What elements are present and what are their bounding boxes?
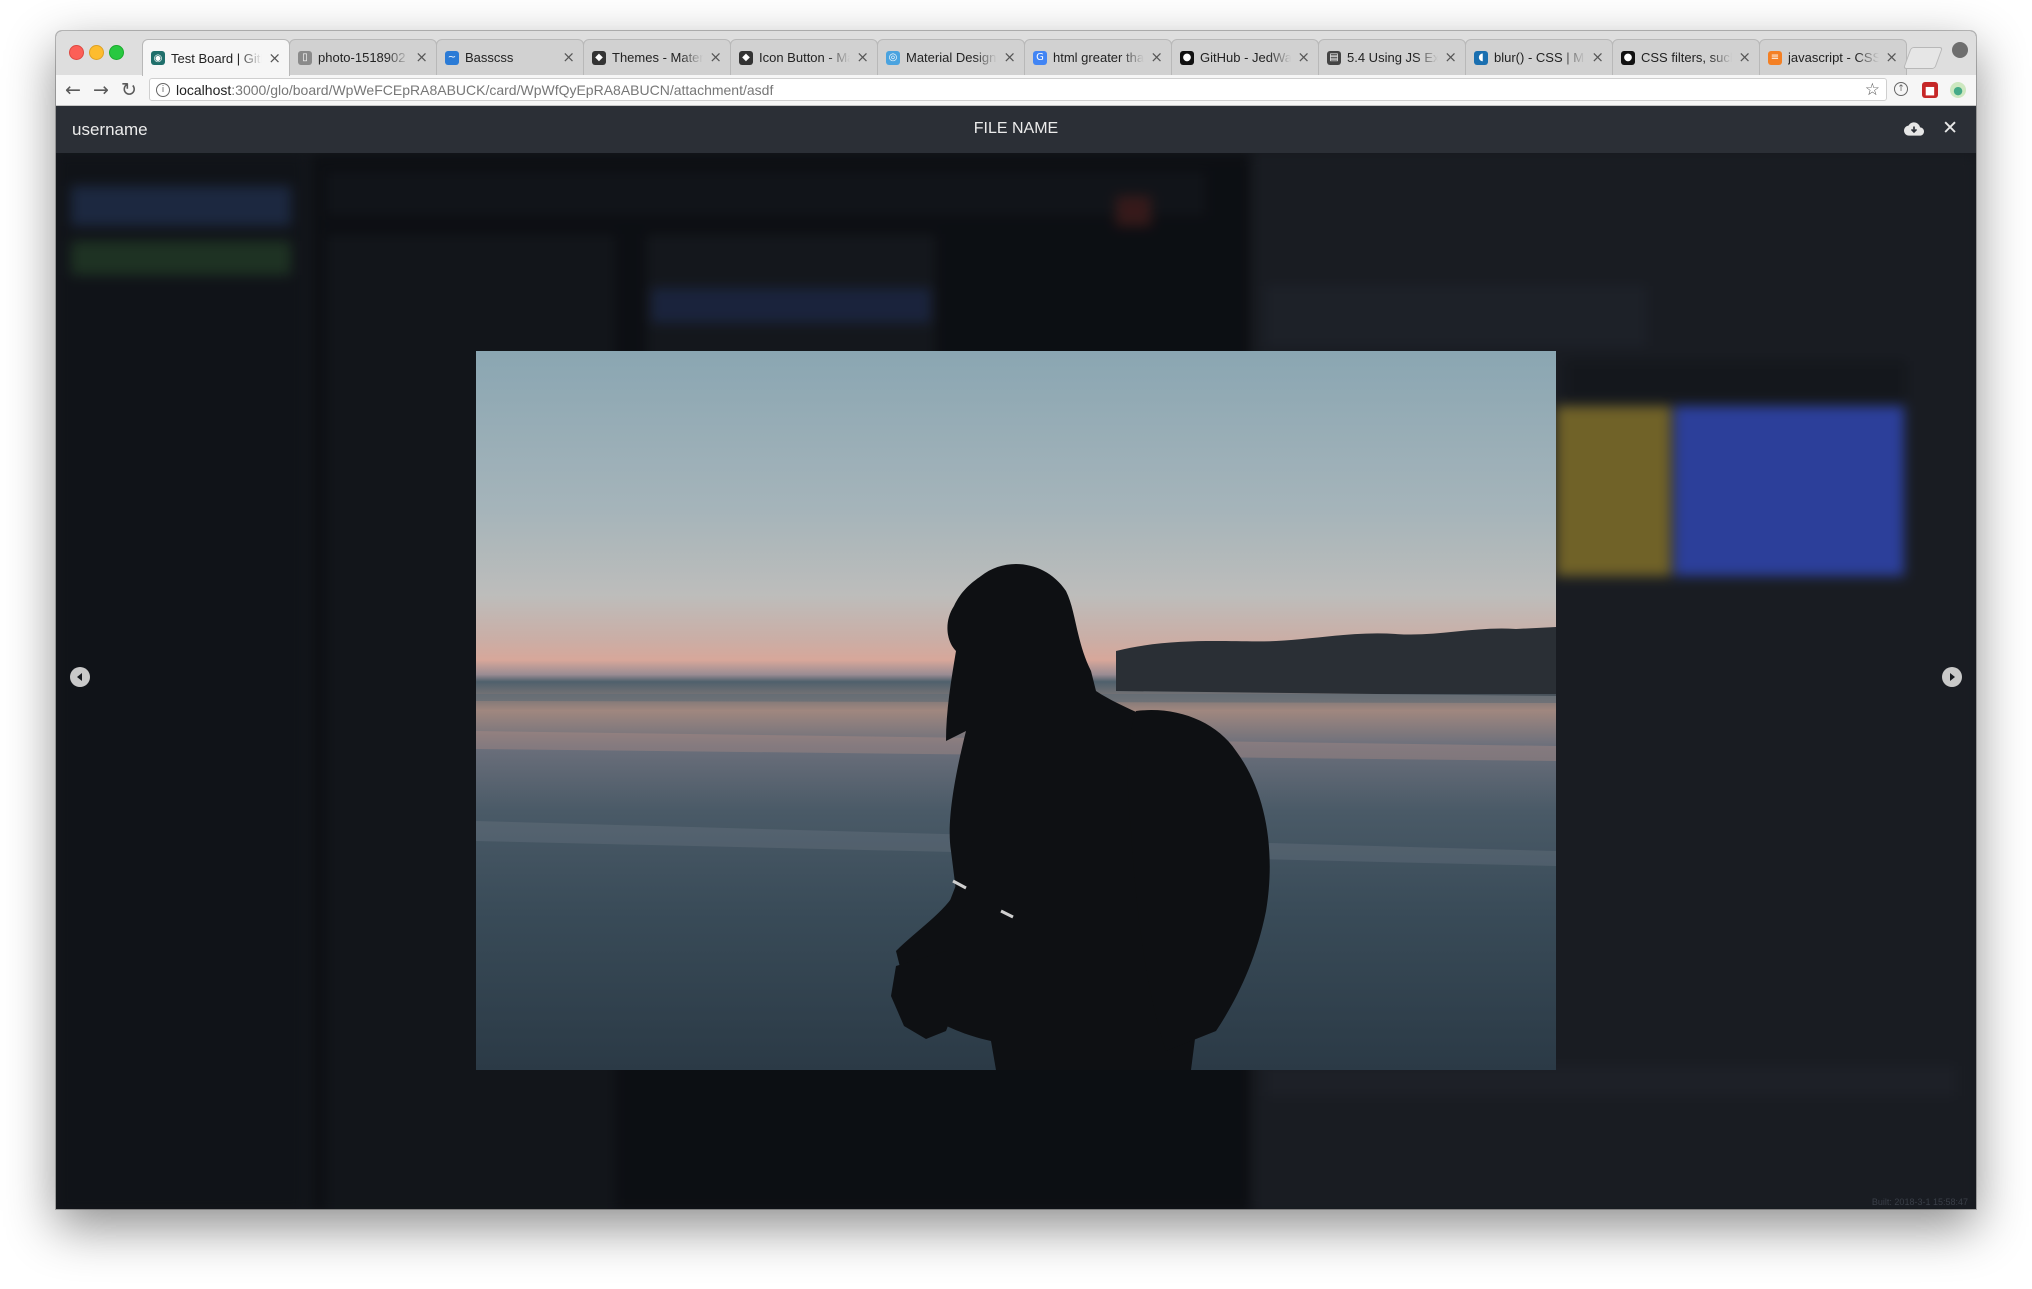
photographer-silhouette-image [476, 564, 1556, 1070]
window-close-button[interactable] [69, 45, 84, 60]
tab-close-icon[interactable]: × [1591, 50, 1604, 65]
tab-close-icon[interactable]: × [1003, 50, 1016, 65]
browser-tab[interactable]: ◆ Icon Button - Material × [730, 39, 878, 75]
back-icon[interactable]: ← [62, 79, 84, 101]
build-info: Built: 2018-3-1 15:58:47 [1871, 1197, 1968, 1207]
tab-title: 5.4 Using JS Expressions [1347, 50, 1439, 65]
file-name: FILE NAME [973, 120, 1059, 137]
tab-close-icon[interactable]: × [709, 50, 722, 65]
extension-upload-icon[interactable]: ↑ [1894, 82, 1908, 96]
next-attachment-button[interactable] [1942, 667, 1962, 687]
profile-icon[interactable] [1952, 42, 1968, 58]
tab-close-icon[interactable]: × [1150, 50, 1163, 65]
close-icon[interactable]: ✕ [1942, 117, 1958, 139]
tab-title: javascript - CSS [1788, 50, 1880, 65]
tab-close-icon[interactable]: × [1444, 50, 1457, 65]
tab-title: blur() - CSS | MDN [1494, 50, 1585, 65]
tab-title: Icon Button - Material [759, 50, 850, 65]
tab-title: Basscss [465, 50, 514, 65]
viewer-header: username FILE NAME ✕ [56, 106, 1976, 153]
extension-pdf-icon[interactable]: ■ [1922, 82, 1938, 98]
new-tab-button[interactable] [1902, 47, 1944, 69]
stackoverflow-icon: ≡ [1768, 50, 1782, 65]
cloud-download-icon[interactable] [1904, 121, 1924, 137]
tab-close-icon[interactable]: × [268, 50, 281, 66]
browser-tab[interactable]: ● CSS filters, such as × [1612, 39, 1760, 75]
address-bar[interactable]: i localhost :3000/glo/board/WpWeFCEpRA8A… [149, 78, 1887, 101]
window-maximize-button[interactable] [109, 45, 124, 60]
browser-tab[interactable]: ◖ blur() - CSS | MDN × [1465, 39, 1613, 75]
basscss-icon: ~ [445, 50, 459, 65]
tab-strip: ◉ Test Board | GitKraken Glo × ▯ photo-15189… [56, 31, 1976, 76]
tab-close-icon[interactable]: × [562, 50, 575, 65]
url-path: :3000/glo/board/WpWeFCEpRA8ABUCK/card/Wp… [231, 81, 774, 98]
previous-attachment-button[interactable] [70, 667, 90, 687]
tab-title: CSS filters, such as [1641, 50, 1732, 65]
tab-close-icon[interactable]: × [415, 50, 428, 65]
chevron-left-icon [77, 673, 82, 681]
forward-icon[interactable]: → [90, 79, 112, 101]
material-ui-icon: ◆ [739, 50, 753, 65]
browser-tab[interactable]: ▤ 5.4 Using JS Expressions × [1318, 39, 1466, 75]
tab-active[interactable]: ◉ Test Board | GitKraken Glo × [142, 39, 290, 76]
tab-close-icon[interactable]: × [856, 50, 869, 65]
browser-toolbar: ← → ↻ i localhost :3000/glo/board/WpWeFC… [56, 75, 1976, 106]
bookmark-star-icon[interactable]: ☆ [1865, 80, 1880, 100]
window-minimize-button[interactable] [89, 45, 104, 60]
browser-tab[interactable]: ▯ photo-1518902 × [289, 39, 437, 75]
tab-close-icon[interactable]: × [1738, 50, 1751, 65]
browser-tab[interactable]: ~ Basscss × [436, 39, 584, 75]
material-design-icon: ◎ [886, 50, 900, 65]
browser-tab[interactable]: ● GitHub - JedWatson × [1171, 39, 1319, 75]
book-icon: ▤ [1327, 50, 1341, 65]
app-viewport: username FILE NAME ✕ Built: 2018-3-1 15:… [56, 106, 1976, 1209]
chevron-right-icon [1950, 673, 1955, 681]
tab-close-icon[interactable]: × [1297, 50, 1310, 65]
gitkraken-icon: ◉ [151, 51, 165, 65]
browser-tab[interactable]: ◎ Material Design × [877, 39, 1025, 75]
github-icon: ● [1180, 50, 1194, 65]
material-ui-icon: ◆ [592, 50, 606, 65]
tab-title: Test Board | GitKraken Glo [171, 50, 262, 66]
url-host: localhost [176, 81, 232, 98]
tab-title: GitHub - JedWatson [1200, 50, 1292, 65]
browser-tab[interactable]: ≡ javascript - CSS × [1759, 39, 1907, 75]
extension-circle-icon[interactable]: ● [1950, 82, 1966, 98]
tab-title: photo-1518902 [318, 50, 406, 65]
browser-tab[interactable]: Ghtml greater than × [1024, 39, 1172, 75]
google-icon: G [1033, 50, 1047, 65]
reload-icon[interactable]: ↻ [118, 79, 140, 101]
document-icon: ▯ [298, 50, 312, 65]
attachment-image [476, 351, 1556, 1070]
tab-close-icon[interactable]: × [1885, 50, 1898, 65]
tab-title: Themes - Material [612, 50, 704, 65]
tab-title: html greater than [1053, 50, 1145, 65]
github-icon: ● [1621, 50, 1635, 65]
browser-tab[interactable]: ◆ Themes - Material × [583, 39, 731, 75]
tab-title: Material Design [906, 50, 997, 65]
info-icon[interactable]: i [156, 82, 170, 97]
mdn-icon: ◖ [1474, 50, 1488, 65]
browser-window: ◉ Test Board | GitKraken Glo × ▯ photo-15189… [56, 31, 1976, 1209]
